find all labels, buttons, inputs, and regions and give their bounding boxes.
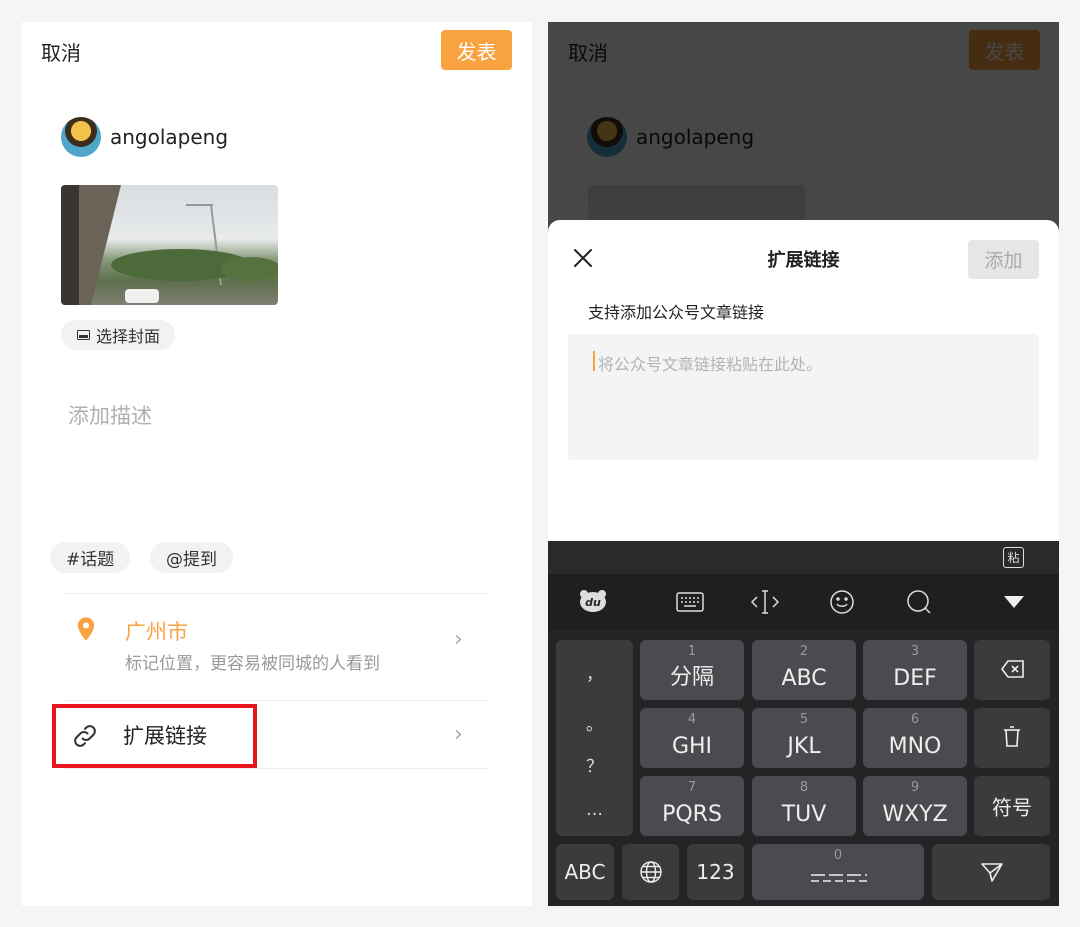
description-input[interactable]: 添加描述 xyxy=(68,400,152,430)
key-1[interactable]: 1 分隔 xyxy=(640,640,744,700)
punctuation-key[interactable]: … xyxy=(586,800,603,820)
keyboard-top-strip: 粘 xyxy=(548,541,1059,574)
image-icon xyxy=(77,330,90,340)
keyboard-toolbar: du xyxy=(548,574,1059,630)
username: angolapeng xyxy=(110,125,229,149)
punctuation-key[interactable]: 。 xyxy=(586,710,603,735)
svg-text:du: du xyxy=(585,596,601,609)
baidu-logo-icon[interactable]: du xyxy=(578,589,608,613)
publish-button[interactable]: 发表 xyxy=(441,30,512,70)
key-3[interactable]: 3 DEF xyxy=(863,640,967,700)
punctuation-key[interactable]: ， xyxy=(586,660,603,685)
symbol-key[interactable]: 符号 xyxy=(974,776,1050,836)
divider xyxy=(64,768,489,769)
trash-icon xyxy=(1004,726,1020,747)
clear-key[interactable] xyxy=(974,708,1050,768)
cursor-move-icon[interactable] xyxy=(750,588,780,616)
location-pin-icon xyxy=(77,617,95,641)
cancel-button[interactable]: 取消 xyxy=(41,37,81,66)
user-info: angolapeng xyxy=(61,117,228,157)
divider xyxy=(64,593,489,594)
punctuation-key[interactable]: ？ xyxy=(586,752,603,777)
keyboard-icon[interactable] xyxy=(676,592,704,612)
globe-key[interactable] xyxy=(622,844,679,900)
add-button[interactable]: 添加 xyxy=(968,240,1039,279)
location-subtitle: 标记位置，更容易被同城的人看到 xyxy=(125,654,380,674)
topic-tag-button[interactable]: #话题 xyxy=(50,542,131,573)
select-cover-button[interactable]: 选择封面 xyxy=(61,320,176,350)
punctuation-column[interactable]: ， 。 ？ … xyxy=(556,640,633,836)
location-title: 广州市 xyxy=(125,620,188,644)
globe-icon xyxy=(640,861,662,883)
mention-tag-button[interactable]: @提到 xyxy=(150,542,233,573)
key-7[interactable]: 7 PQRS xyxy=(640,776,744,836)
number-key[interactable]: 123 xyxy=(687,844,744,900)
keyboard: 粘 du ， 。 ？ … 1 分隔 2 ABC 3 DEF 4 GHI 5 JKL 6 MN… xyxy=(548,541,1059,906)
sheet-hint: 支持添加公众号文章链接 xyxy=(588,303,765,322)
extend-link-screen: 取消 发表 angolapeng 扩展链接 添加 支持添加公众号文章链接 将公众… xyxy=(548,22,1059,906)
key-4[interactable]: 4 GHI xyxy=(640,708,744,768)
select-cover-label: 选择封面 xyxy=(96,327,161,346)
link-input[interactable]: 将公众号文章链接粘贴在此处。 xyxy=(568,334,1039,460)
key-9[interactable]: 9 WXYZ xyxy=(863,776,967,836)
compose-screen: 取消 发表 angolapeng 选择封面 添加描述 #话题 @提到 广州市 标… xyxy=(22,22,532,906)
link-input-placeholder: 将公众号文章链接粘贴在此处。 xyxy=(598,355,823,374)
send-key[interactable] xyxy=(932,844,1050,900)
avatar xyxy=(61,117,101,157)
key-8[interactable]: 8 TUV xyxy=(752,776,856,836)
backspace-key[interactable] xyxy=(974,640,1050,700)
chevron-right-icon: › xyxy=(454,722,463,747)
divider xyxy=(64,700,489,701)
highlight-box xyxy=(52,704,257,768)
extend-link-sheet: 扩展链接 添加 支持添加公众号文章链接 将公众号文章链接粘贴在此处。 xyxy=(548,220,1059,550)
attached-photo[interactable] xyxy=(61,185,278,305)
chevron-right-icon: › xyxy=(454,627,463,652)
send-icon xyxy=(981,863,1003,882)
abc-key[interactable]: ABC xyxy=(556,844,614,900)
space-key[interactable]: 0 xyxy=(752,844,924,900)
key-2[interactable]: 2 ABC xyxy=(752,640,856,700)
key-5[interactable]: 5 JKL xyxy=(752,708,856,768)
paste-icon[interactable]: 粘 xyxy=(1003,547,1024,568)
collapse-keyboard-icon[interactable] xyxy=(1002,594,1026,610)
key-6[interactable]: 6 MNO xyxy=(863,708,967,768)
emoji-icon[interactable] xyxy=(828,588,856,616)
backspace-icon xyxy=(1001,660,1024,678)
space-icon xyxy=(811,874,867,882)
text-caret xyxy=(593,351,595,371)
search-icon[interactable] xyxy=(905,588,933,616)
